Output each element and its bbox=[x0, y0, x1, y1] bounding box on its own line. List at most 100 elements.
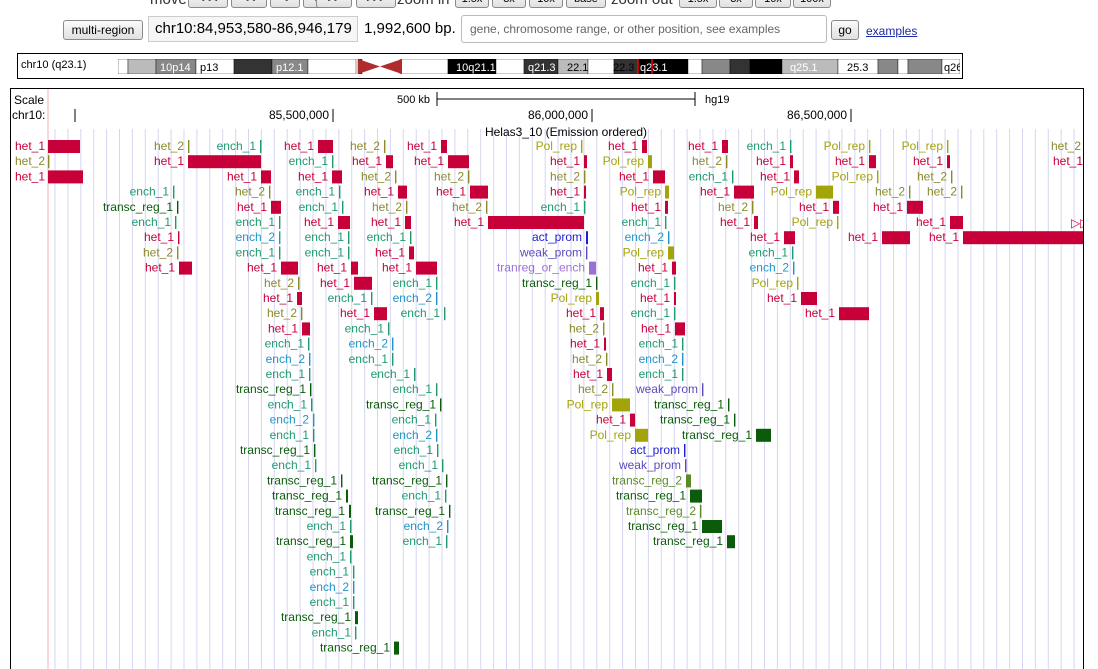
ideogram-band[interactable] bbox=[688, 59, 702, 74]
ideogram-band[interactable] bbox=[730, 59, 750, 74]
feature-block[interactable] bbox=[175, 216, 176, 229]
move-right-button[interactable]: >> bbox=[316, 0, 352, 8]
feature-het_1[interactable]: het_1 bbox=[700, 185, 754, 199]
feature-ench_1[interactable]: ench_1 bbox=[749, 245, 794, 259]
ideogram-band[interactable] bbox=[702, 59, 730, 74]
feature-block[interactable] bbox=[346, 490, 348, 503]
feature-transc_reg_1[interactable]: transc_reg_1 bbox=[103, 200, 178, 214]
feature-het_1[interactable]: het_1 bbox=[608, 139, 647, 153]
feature-het_1[interactable]: het_1 bbox=[573, 367, 612, 381]
feature-block[interactable] bbox=[816, 186, 833, 199]
feature-block[interactable] bbox=[488, 216, 584, 229]
feature-block[interactable] bbox=[446, 535, 447, 548]
feature-block[interactable] bbox=[686, 474, 691, 487]
feature-block[interactable] bbox=[355, 611, 358, 624]
feature-het_1[interactable]: het_1 bbox=[756, 154, 793, 168]
feature-block[interactable] bbox=[672, 262, 676, 275]
zoom-in-1-5x-button[interactable]: 1.5x bbox=[455, 0, 489, 8]
feature-ench_1[interactable]: ench_1 bbox=[328, 291, 373, 305]
feature-transc_reg_1[interactable]: transc_reg_1 bbox=[267, 473, 342, 487]
feature-block[interactable] bbox=[947, 155, 950, 168]
zoom-out-10x-button[interactable]: 10x bbox=[755, 0, 791, 8]
feature-block[interactable] bbox=[441, 140, 447, 153]
feature-block[interactable] bbox=[882, 231, 910, 244]
feature-het_1[interactable]: het_1 bbox=[760, 169, 799, 183]
feature-block[interactable] bbox=[468, 170, 469, 183]
feature-block[interactable] bbox=[612, 398, 630, 411]
feature-ench_1[interactable]: ench_1 bbox=[371, 367, 416, 381]
feature-het_2[interactable]: het_2 bbox=[361, 169, 396, 183]
feature-block[interactable] bbox=[584, 186, 586, 199]
feature-transc_reg_1[interactable]: transc_reg_1 bbox=[660, 413, 735, 427]
feature-het_1[interactable]: het_1 bbox=[414, 154, 469, 168]
feature-block[interactable] bbox=[734, 414, 735, 427]
feature-het_1[interactable]: het_1 bbox=[550, 154, 587, 168]
go-button[interactable]: go bbox=[831, 20, 859, 40]
feature-block[interactable] bbox=[642, 140, 647, 153]
feature-block[interactable] bbox=[869, 155, 876, 168]
feature-het_1[interactable]: het_1 bbox=[640, 291, 676, 305]
feature-block[interactable] bbox=[584, 170, 585, 183]
feature-block[interactable] bbox=[486, 201, 487, 214]
feature-het_1[interactable]: het_1 bbox=[638, 261, 676, 275]
ideogram-band[interactable] bbox=[234, 59, 272, 74]
feature-block[interactable] bbox=[332, 170, 342, 183]
feature-weak_prom[interactable]: weak_prom bbox=[618, 458, 686, 472]
feature-block[interactable] bbox=[727, 535, 735, 548]
ideogram-band[interactable] bbox=[118, 59, 128, 74]
feature-het_1[interactable]: het_1 bbox=[436, 185, 488, 199]
feature-block[interactable] bbox=[313, 429, 314, 442]
feature-block[interactable] bbox=[752, 201, 753, 214]
feature-block[interactable] bbox=[386, 155, 393, 168]
feature-block[interactable] bbox=[596, 292, 599, 305]
feature-block[interactable] bbox=[355, 626, 356, 639]
feature-block[interactable] bbox=[442, 459, 443, 472]
feature-ench_1[interactable]: ench_1 bbox=[217, 139, 262, 153]
feature-block[interactable] bbox=[722, 140, 728, 153]
feature-block[interactable] bbox=[833, 201, 839, 214]
feature-het_1[interactable]: het_1 bbox=[382, 261, 437, 275]
zoom-base-button[interactable]: base bbox=[566, 0, 606, 8]
feature-block[interactable] bbox=[384, 140, 385, 153]
feature-block[interactable] bbox=[682, 338, 683, 351]
feature-ench_2[interactable]: ench_2 bbox=[393, 291, 438, 305]
feature-ench_1[interactable]: ench_1 bbox=[399, 458, 444, 472]
feature-block[interactable] bbox=[48, 170, 83, 183]
feature-block[interactable] bbox=[388, 322, 389, 335]
feature-ench_1[interactable]: ench_1 bbox=[296, 185, 341, 199]
feature-block[interactable] bbox=[754, 216, 758, 229]
track-display[interactable]: Scalechr10:500 kbhg1985,500,00086,000,00… bbox=[11, 89, 1083, 669]
feature-block[interactable] bbox=[342, 201, 343, 214]
genome-browser-panel[interactable]: Scalechr10:500 kbhg1985,500,00086,000,00… bbox=[10, 88, 1084, 669]
move-far-right-button[interactable]: >>> bbox=[356, 0, 396, 8]
feature-transc_reg_1[interactable]: transc_reg_1 bbox=[616, 489, 702, 503]
feature-het_2[interactable]: het_2 bbox=[875, 185, 910, 199]
feature-het_1[interactable]: het_1 bbox=[570, 337, 606, 351]
feature-block[interactable] bbox=[349, 505, 351, 518]
chromosome-ideogram[interactable]: chr10 (q23.1) 10p14p13p12.110q21.1q21.32… bbox=[17, 53, 963, 79]
feature-block[interactable] bbox=[612, 383, 613, 396]
feature-block[interactable] bbox=[837, 216, 838, 229]
feature-het_2[interactable]: het_2 bbox=[143, 245, 178, 259]
feature-transc_reg_1[interactable]: transc_reg_1 bbox=[276, 534, 353, 548]
feature-het_1[interactable]: het_1 bbox=[320, 276, 372, 290]
feature-block[interactable] bbox=[410, 231, 411, 244]
feature-block[interactable] bbox=[178, 231, 179, 244]
feature-block[interactable] bbox=[315, 459, 316, 472]
feature-Pol_rep[interactable]: Pol_rep bbox=[590, 428, 648, 442]
feature-ench_2[interactable]: ench_2 bbox=[266, 352, 311, 366]
feature-het_1[interactable]: het_1 bbox=[145, 261, 192, 275]
feature-block[interactable] bbox=[603, 322, 604, 335]
feature-ench_1[interactable]: ench_1 bbox=[305, 245, 350, 259]
feature-het_1[interactable]: het_1 bbox=[805, 306, 869, 320]
zoom-out-1-5x-button[interactable]: 1.5x bbox=[679, 0, 717, 8]
feature-block[interactable] bbox=[734, 186, 754, 199]
feature-block[interactable] bbox=[728, 398, 729, 411]
feature-block[interactable] bbox=[607, 368, 612, 381]
feature-block[interactable] bbox=[271, 201, 281, 214]
feature-block[interactable] bbox=[409, 246, 414, 259]
feature-block[interactable] bbox=[297, 292, 302, 305]
feature-het_1[interactable]: het_1 bbox=[454, 215, 584, 229]
feature-block[interactable] bbox=[648, 155, 652, 168]
feature-block[interactable] bbox=[440, 398, 441, 411]
